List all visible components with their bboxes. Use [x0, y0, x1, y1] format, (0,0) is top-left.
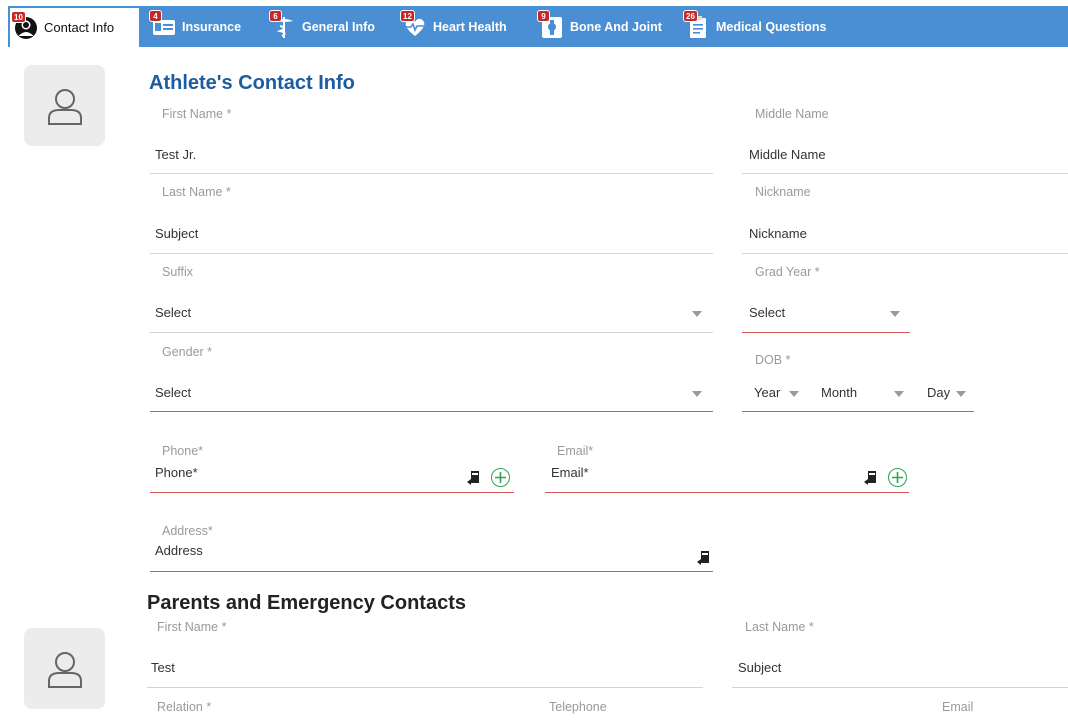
athlete-section-title: Athlete's Contact Info [149, 72, 355, 94]
suffix-select[interactable]: Select [155, 305, 191, 320]
nickname-input[interactable]: Nickname [749, 226, 807, 241]
dob-year-chevron-down-icon[interactable] [789, 391, 799, 397]
tab-label: Medical Questions [716, 19, 827, 34]
gender-select[interactable]: Select [155, 385, 191, 400]
insurance-card-icon: 4 [149, 9, 176, 39]
address-input[interactable]: Address [155, 543, 203, 558]
dob-month-chevron-down-icon[interactable] [894, 391, 904, 397]
first-name-input[interactable]: Test Jr. [155, 147, 196, 162]
grad-year-label: Grad Year * [755, 265, 820, 279]
grad-year-underline [742, 332, 910, 333]
tab-medical-questions[interactable]: 26 Medical Questions [683, 6, 827, 47]
middle-name-label: Middle Name [755, 107, 829, 121]
nickname-underline [742, 253, 1068, 254]
suffix-underline [150, 332, 713, 333]
phone-input[interactable]: Phone* [155, 465, 198, 480]
dob-year-select[interactable]: Year [754, 385, 780, 400]
first-name-underline [150, 173, 713, 174]
tab-label: General Info [302, 19, 375, 34]
telephone-label: Telephone [549, 700, 607, 714]
last-name-label: Last Name * [162, 185, 231, 199]
parent-last-name-underline [732, 687, 1068, 688]
tab-insurance[interactable]: 4 Insurance [149, 6, 242, 47]
parent-first-name-underline [147, 687, 703, 688]
tab-badge: 9 [537, 9, 550, 22]
phone-edit-icon[interactable] [467, 470, 481, 486]
parents-section-title: Parents and Emergency Contacts [147, 592, 466, 614]
tab-label: Insurance [182, 19, 242, 34]
address-edit-icon[interactable] [697, 550, 711, 566]
grad-year-select[interactable]: Select [749, 305, 785, 320]
tab-label: Contact Info [44, 20, 115, 35]
gender-label: Gender * [162, 345, 213, 359]
athlete-icon: 10 [11, 10, 38, 40]
parent-email-label: Email [942, 700, 974, 714]
first-name-label: First Name * [162, 107, 232, 121]
dob-underline [742, 411, 974, 412]
email-edit-icon[interactable] [864, 470, 878, 486]
tab-badge: 10 [11, 10, 26, 23]
parent-last-name-label: Last Name * [745, 620, 814, 634]
parent-avatar[interactable] [24, 628, 105, 709]
parent-first-name-input[interactable]: Test [151, 660, 175, 675]
dob-day-select[interactable]: Day [927, 385, 950, 400]
dob-month-select[interactable]: Month [821, 385, 857, 400]
address-label: Address* [162, 524, 213, 538]
middle-name-input[interactable]: Middle Name [749, 147, 826, 162]
tab-label: Bone And Joint [570, 19, 662, 34]
dob-day-chevron-down-icon[interactable] [956, 391, 966, 397]
suffix-chevron-down-icon[interactable] [692, 311, 702, 317]
heart-pulse-icon: 12 [400, 9, 427, 39]
tab-badge: 12 [400, 9, 415, 22]
email-input[interactable]: Email* [551, 465, 589, 480]
clipboard-icon: 26 [683, 9, 710, 39]
tab-bar: 10 Contact Info 4 Insurance 6 General In… [0, 0, 1068, 53]
athlete-avatar[interactable] [24, 65, 105, 146]
tab-badge: 6 [269, 9, 282, 22]
tab-label: Heart Health [433, 19, 507, 34]
address-underline [150, 571, 713, 572]
email-add-icon[interactable] [888, 468, 907, 487]
dob-label: DOB * [755, 353, 791, 367]
tab-badge: 4 [149, 9, 162, 22]
gender-underline [150, 411, 713, 412]
email-label: Email* [557, 444, 594, 458]
last-name-underline [150, 253, 713, 254]
gender-chevron-down-icon[interactable] [692, 391, 702, 397]
tab-bone-and-joint[interactable]: 9 Bone And Joint [537, 6, 662, 47]
phone-add-icon[interactable] [491, 468, 510, 487]
user-placeholder-icon [47, 88, 82, 125]
suffix-label: Suffix [162, 265, 194, 279]
parent-first-name-label: First Name * [157, 620, 227, 634]
tab-contact-info[interactable]: 10 Contact Info [8, 6, 141, 47]
middle-name-underline [742, 173, 1068, 174]
parent-last-name-input[interactable]: Subject [738, 660, 781, 675]
phone-underline [150, 492, 514, 493]
last-name-input[interactable]: Subject [155, 226, 198, 241]
tab-badge: 26 [683, 9, 698, 22]
email-underline [545, 492, 909, 493]
nickname-label: Nickname [755, 185, 811, 199]
caduceus-icon: 6 [269, 9, 296, 39]
relation-label: Relation * [157, 700, 212, 714]
tab-heart-health[interactable]: 12 Heart Health [400, 6, 507, 47]
bone-joint-icon: 9 [537, 9, 564, 39]
user-placeholder-icon [47, 651, 82, 688]
tab-general-info[interactable]: 6 General Info [269, 6, 375, 47]
grad-year-chevron-down-icon[interactable] [890, 311, 900, 317]
phone-label: Phone* [162, 444, 204, 458]
